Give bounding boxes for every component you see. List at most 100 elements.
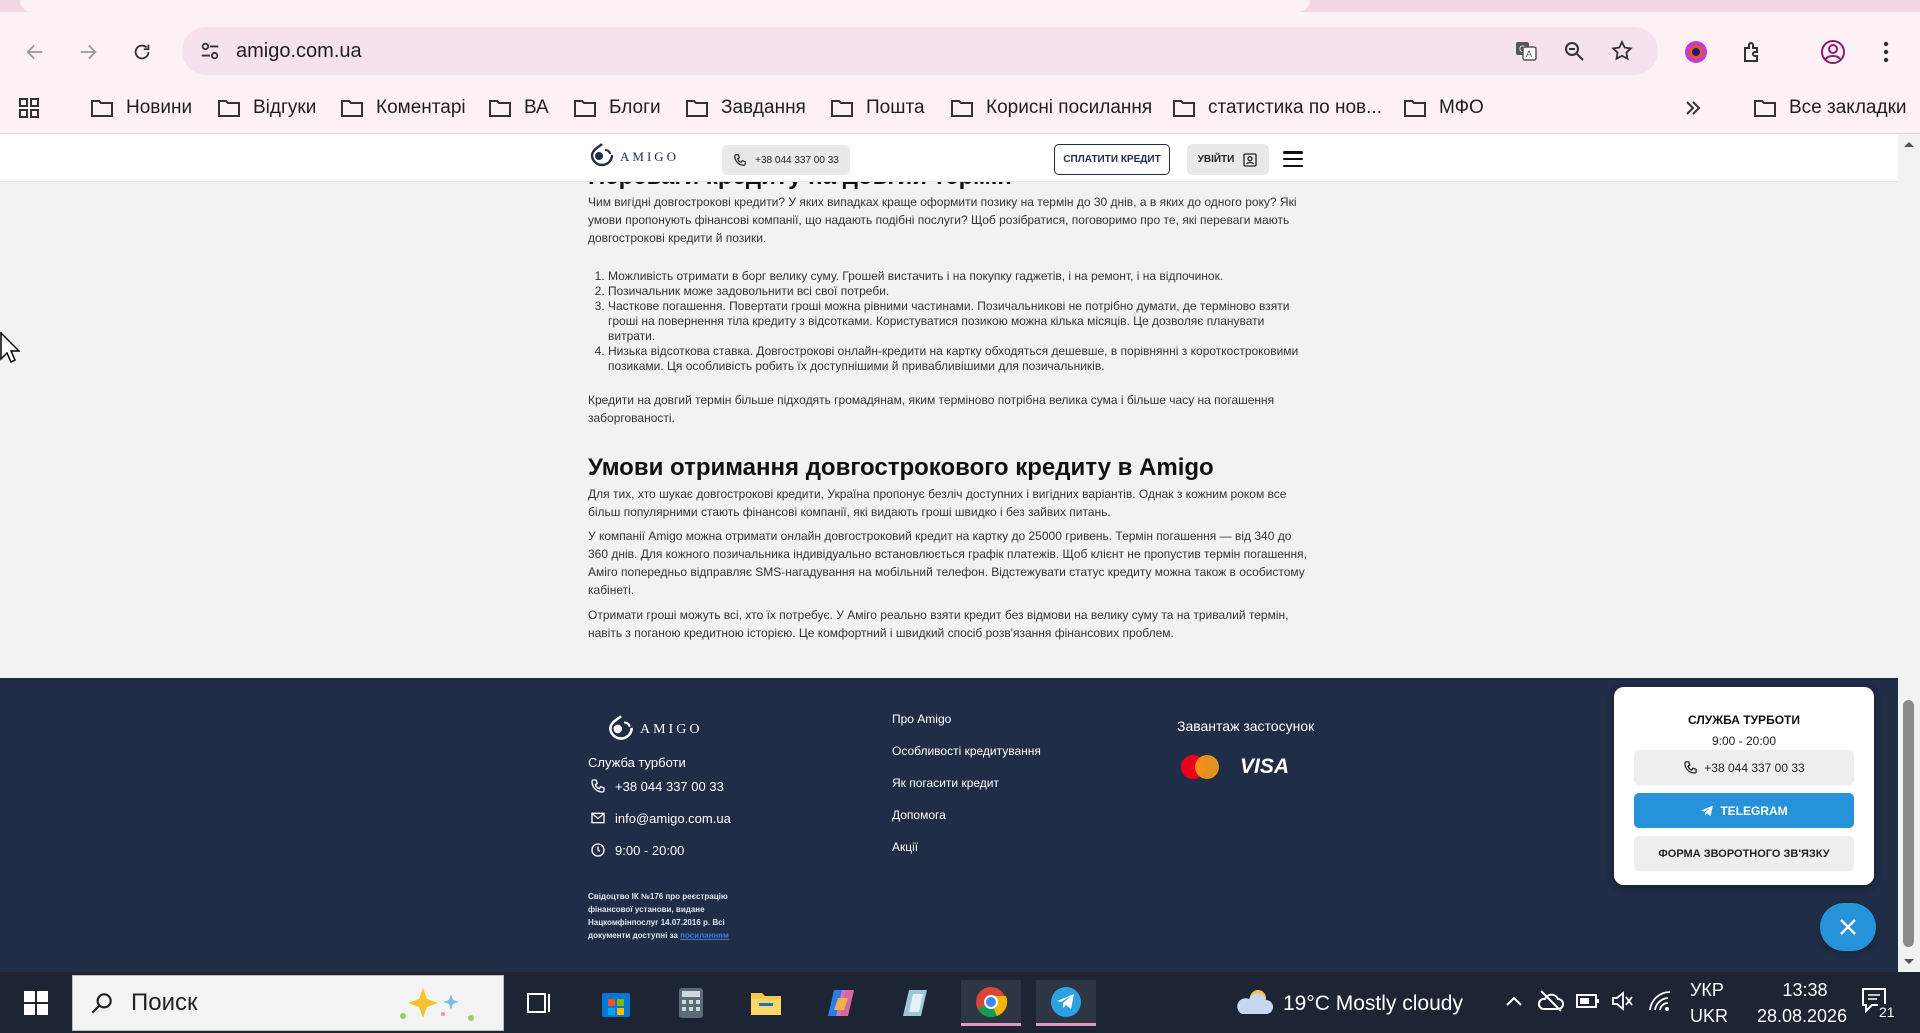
login-button[interactable]: УВІЙТИ — [1187, 144, 1269, 175]
weather-text[interactable]: 19°C Mostly cloudy — [1283, 992, 1463, 1016]
telegram-button[interactable]: TELEGRAM — [1634, 793, 1854, 828]
bookmark-label: Завдання — [721, 97, 806, 118]
advantage-item: Позичальник може задовольнити всі свої п… — [608, 284, 1310, 299]
url-text[interactable]: amigo.com.ua — [236, 40, 362, 63]
bookmark-label: Відгуки — [253, 97, 317, 118]
bookmark-folder[interactable]: Завдання — [685, 93, 806, 123]
bookmark-label: ВА — [524, 97, 549, 118]
battery-icon[interactable] — [1576, 992, 1600, 1010]
bookmark-label: Пошта — [866, 97, 925, 118]
task-view-icon[interactable] — [510, 980, 570, 1026]
bookmark-folder[interactable]: Коментарі — [340, 93, 466, 123]
support-title: СЛУЖБА ТУРБОТИ — [1688, 713, 1800, 727]
lang-top[interactable]: УКР — [1690, 980, 1724, 1001]
bookmark-folder[interactable]: статистика по нов... — [1172, 93, 1382, 123]
footer-email[interactable]: info@amigo.com.ua — [590, 810, 731, 826]
user-icon — [1243, 152, 1258, 167]
menu-kebab-icon[interactable] — [1866, 32, 1906, 72]
footer-logo-word: AMIGO — [640, 722, 703, 737]
page-scrollbar[interactable] — [1898, 134, 1920, 972]
wifi-icon[interactable] — [1648, 990, 1672, 1012]
clock-time[interactable]: 13:38 — [1762, 980, 1848, 1001]
footer-phone[interactable]: +38 044 337 00 33 — [590, 778, 724, 794]
folder-icon — [218, 100, 240, 117]
back-button[interactable] — [15, 32, 55, 72]
bookmark-folder[interactable]: Новини — [90, 93, 192, 123]
feedback-form-button[interactable]: ФОРМА ЗВОРОТНОГО ЗВ'ЯЗКУ — [1634, 836, 1854, 871]
bookmark-label: Новини — [126, 97, 193, 118]
extension-color-icon[interactable] — [1676, 32, 1716, 72]
bookmark-label: Корисні посилання — [986, 97, 1153, 118]
hamburger-menu-icon[interactable] — [1283, 151, 1303, 167]
folder-icon — [1173, 100, 1195, 117]
extensions-puzzle-icon[interactable] — [1732, 32, 1772, 72]
bookmark-label: статистика по нов... — [1208, 97, 1382, 118]
mastercard-icon — [1181, 755, 1219, 779]
all-bookmarks-label: Все закладки — [1789, 97, 1907, 118]
bookmark-folder[interactable]: Пошта — [830, 93, 925, 123]
footer-hours: 9:00 - 20:00 — [590, 842, 684, 858]
folder-icon — [1754, 100, 1776, 117]
file-explorer-icon[interactable] — [736, 980, 796, 1026]
taskbar-search[interactable]: Поиск — [72, 975, 504, 1031]
mouse-cursor-icon — [0, 332, 20, 364]
after-list-paragraph: Кредити на довгий термін більше підходят… — [588, 393, 1275, 425]
all-bookmarks[interactable]: Все закладки — [1753, 93, 1907, 123]
scrollbar-thumb[interactable] — [1903, 700, 1914, 947]
calculator-icon[interactable] — [661, 980, 721, 1026]
site-logo[interactable]: AMIGO — [588, 142, 679, 172]
forward-button[interactable] — [68, 32, 108, 72]
bookmark-star-icon[interactable] — [1610, 39, 1634, 63]
profile-icon[interactable] — [1813, 32, 1853, 72]
active-tab[interactable] — [20, 0, 1310, 12]
folder-icon — [1404, 100, 1426, 117]
login-label: УВІЙТИ — [1197, 154, 1235, 165]
zoom-icon[interactable] — [1562, 39, 1586, 63]
reload-icon — [134, 44, 150, 60]
conditions-paragraph-1: Для тих, хто шукає довгострокові кредити… — [588, 487, 1287, 519]
support-hours: 9:00 - 20:00 — [1711, 734, 1777, 748]
volume-muted-icon[interactable] — [1611, 990, 1635, 1012]
close-widget-button[interactable] — [1820, 903, 1876, 951]
footer-link[interactable]: Особливості кредитування — [892, 744, 1041, 758]
support-phone-button[interactable]: +38 044 337 00 33 — [1634, 750, 1854, 785]
pay-credit-button[interactable]: СПЛАТИТИ КРЕДИТ — [1054, 144, 1170, 175]
translate-icon[interactable]: GA — [1514, 39, 1538, 63]
chevron-up-icon[interactable] — [1505, 994, 1523, 1008]
telegram-icon — [1701, 805, 1714, 816]
notes-app-icon[interactable] — [886, 980, 946, 1026]
bookmark-folder[interactable]: МФО — [1403, 93, 1484, 123]
bookmark-folder[interactable]: Корисні посилання — [950, 93, 1152, 123]
footer-link[interactable]: Допомога — [892, 808, 946, 822]
microsoft-store-icon[interactable] — [586, 980, 646, 1026]
footer-hours-text: 9:00 - 20:00 — [615, 842, 685, 858]
lang-bottom[interactable]: UKR — [1690, 1006, 1728, 1027]
clock-date[interactable]: 28.08.2026 — [1746, 1006, 1858, 1027]
footer-logo[interactable]: AMIGO — [606, 714, 702, 746]
bookmark-folder[interactable]: Блоги — [573, 93, 661, 123]
bookmark-label: Блоги — [609, 97, 661, 118]
footer-link[interactable]: Про Amigo — [892, 712, 951, 726]
header-phone[interactable]: +38 044 337 00 33 — [722, 145, 850, 175]
apps-grid-icon[interactable] — [17, 93, 53, 123]
telegram-app-icon[interactable] — [1036, 980, 1096, 1026]
legal-link[interactable]: посиланням — [680, 931, 729, 940]
start-button[interactable] — [6, 980, 66, 1026]
bookmark-folder[interactable]: Відгуки — [217, 93, 316, 123]
copilot-app-icon[interactable] — [811, 980, 871, 1026]
chrome-app-icon[interactable] — [961, 980, 1021, 1026]
notification-center-button[interactable]: 21 — [1856, 980, 1902, 1026]
weather-cloudy-icon[interactable] — [1234, 986, 1274, 1018]
arrow-right-icon — [80, 44, 97, 60]
footer-link[interactable]: Як погасити кредит — [892, 776, 999, 790]
cloud-off-icon[interactable] — [1538, 989, 1564, 1013]
phone-icon — [734, 154, 746, 166]
site-settings-icon[interactable] — [198, 39, 222, 63]
footer-link[interactable]: Акції — [892, 840, 918, 854]
address-bar[interactable]: amigo.com.ua GA — [182, 27, 1658, 75]
close-icon — [1840, 919, 1856, 935]
reload-button[interactable] — [122, 32, 162, 72]
bookmarks-overflow-icon[interactable] — [1683, 93, 1715, 123]
site-header: AMIGO +38 044 337 00 33 СПЛАТИТИ КРЕДИТ … — [0, 134, 1898, 182]
bookmark-folder[interactable]: ВА — [488, 93, 549, 123]
